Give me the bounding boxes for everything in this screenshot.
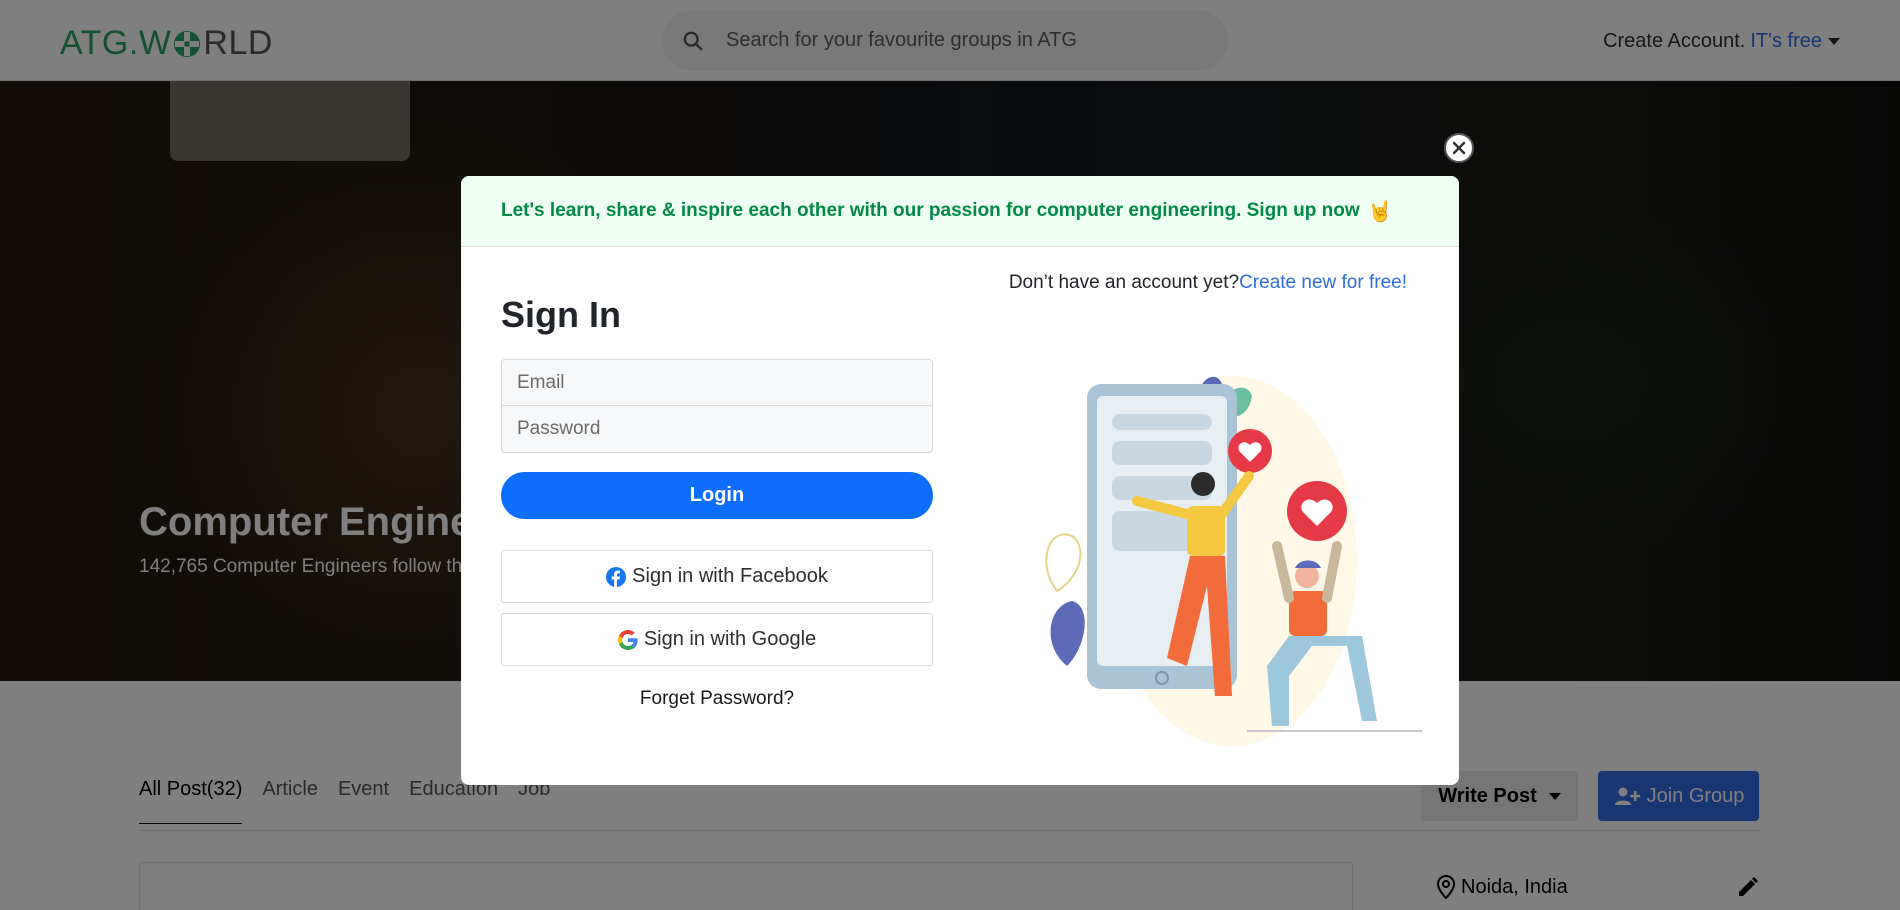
- facebook-icon: [606, 566, 627, 587]
- facebook-signin-label: Sign in with Facebook: [632, 565, 828, 587]
- social-phone-illustration: [1045, 376, 1422, 746]
- close-icon: [1452, 141, 1466, 155]
- facebook-signin-button[interactable]: Sign in with Facebook: [501, 550, 933, 603]
- sign-in-modal: Let's learn, share & inspire each other …: [461, 176, 1459, 785]
- signup-promo-banner: Let's learn, share & inspire each other …: [461, 176, 1459, 247]
- create-account-link[interactable]: Create new for free!: [1239, 272, 1407, 293]
- google-signin-button[interactable]: Sign in with Google: [501, 613, 933, 666]
- sign-in-heading: Sign In: [501, 294, 621, 335]
- forget-password-link[interactable]: Forget Password?: [501, 688, 933, 710]
- hand-rock-emoji: 🤘: [1367, 200, 1393, 223]
- promo-text: Let's learn, share & inspire each other …: [501, 200, 1360, 221]
- email-field[interactable]: [501, 359, 933, 406]
- google-signin-label: Sign in with Google: [643, 628, 817, 650]
- password-field[interactable]: [501, 406, 933, 453]
- close-modal-button[interactable]: [1444, 133, 1474, 163]
- google-icon: [617, 629, 638, 650]
- no-account-prompt: Don’t have an account yet?Create new for…: [1009, 272, 1407, 294]
- no-account-text: Don’t have an account yet?: [1008, 272, 1240, 293]
- login-button[interactable]: Login: [501, 472, 933, 519]
